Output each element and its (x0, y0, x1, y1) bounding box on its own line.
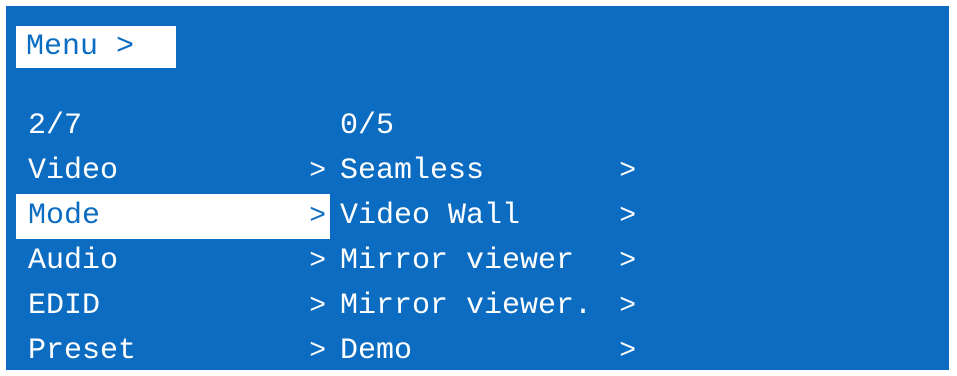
submenu-item-demo[interactable]: Demo > (330, 329, 650, 370)
osd-screen: Menu > 2/7 Video > Mode > Audio > EDID >… (6, 6, 949, 370)
submenu-item-mirror-viewer-2[interactable]: Mirror viewer. > (330, 284, 650, 329)
chevron-right-icon: > (309, 246, 326, 277)
submenu-item-label: Mirror viewer. (340, 289, 593, 323)
chevron-right-icon: > (619, 291, 636, 322)
menu-item-label: Video (28, 154, 119, 188)
submenu-item-seamless[interactable]: Seamless > (330, 149, 650, 194)
sub-menu-counter: 0/5 (340, 109, 395, 143)
menu-item-label: Audio (28, 244, 119, 278)
menu-breadcrumb[interactable]: Menu > (16, 26, 176, 68)
chevron-right-icon: > (309, 291, 326, 322)
submenu-item-label: Mirror viewer (340, 244, 575, 278)
main-menu: 2/7 Video > Mode > Audio > EDID > Preset… (16, 104, 330, 370)
submenu-item-label: Video Wall (340, 199, 521, 233)
chevron-right-icon: > (619, 336, 636, 367)
menu-item-label: EDID (28, 289, 101, 323)
chevron-right-icon: > (619, 156, 636, 187)
chevron-right-icon: > (619, 201, 636, 232)
submenu-item-label: Demo (340, 334, 413, 368)
submenu-item-label: Seamless (340, 154, 485, 188)
menu-item-preset[interactable]: Preset > (16, 329, 330, 370)
menu-item-label: Preset (28, 334, 137, 368)
submenu-item-video-wall[interactable]: Video Wall > (330, 194, 650, 239)
chevron-right-icon: > (309, 201, 326, 232)
menu-item-mode[interactable]: Mode > (16, 194, 330, 239)
main-menu-counter: 2/7 (28, 109, 83, 143)
menu-item-edid[interactable]: EDID > (16, 284, 330, 329)
chevron-right-icon: > (619, 246, 636, 277)
menu-item-video[interactable]: Video > (16, 149, 330, 194)
chevron-right-icon: > (309, 156, 326, 187)
menu-item-audio[interactable]: Audio > (16, 239, 330, 284)
menu-item-label: Mode (28, 199, 101, 233)
submenu-item-mirror-viewer[interactable]: Mirror viewer > (330, 239, 650, 284)
sub-menu: 0/5 Seamless > Video Wall > Mirror viewe… (330, 104, 650, 370)
chevron-right-icon: > (309, 336, 326, 367)
